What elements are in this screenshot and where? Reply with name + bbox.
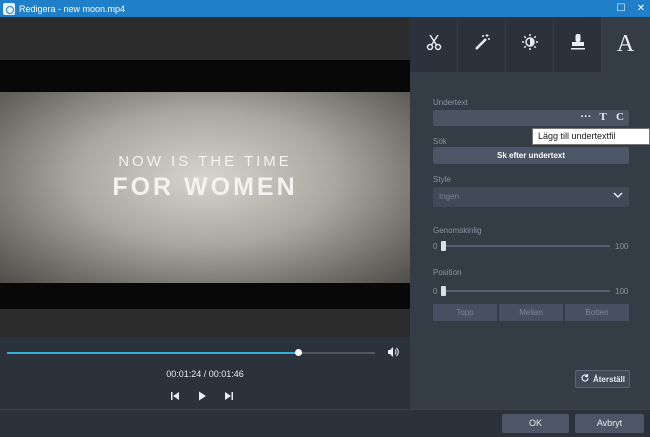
- position-slider-handle[interactable]: [441, 286, 446, 296]
- tab-cut[interactable]: [410, 17, 458, 72]
- chevron-down-icon: [613, 190, 623, 203]
- cancel-button[interactable]: Avbryt: [575, 414, 644, 433]
- position-bottom-button[interactable]: Botten: [565, 304, 629, 321]
- caption-button[interactable]: C: [614, 111, 626, 123]
- time-display: 00:01:24 / 00:01:46: [166, 369, 244, 379]
- stamp-icon: [568, 32, 588, 58]
- position-label: Position: [433, 268, 462, 277]
- scissors-icon: [424, 32, 444, 58]
- reset-label: Återställ: [592, 374, 625, 384]
- subtitle-label: Undertext: [433, 98, 468, 107]
- position-slider[interactable]: [441, 290, 610, 292]
- magic-wand-icon: [472, 32, 492, 58]
- style-label: Style: [433, 175, 451, 184]
- transparency-slider-handle[interactable]: [441, 241, 446, 251]
- next-frame-button[interactable]: [222, 390, 236, 404]
- tool-tabs: A: [410, 17, 650, 72]
- window-title: Redigera - new moon.mp4: [19, 3, 126, 14]
- tooltip: Lägg till undertextfil: [532, 128, 650, 145]
- seek-bar[interactable]: [7, 349, 375, 356]
- reset-button[interactable]: Återställ: [575, 370, 630, 388]
- title-bar: Redigera - new moon.mp4: [0, 0, 650, 17]
- app-logo-icon: [3, 2, 15, 15]
- search-subtitle-button[interactable]: Sk efter undertext: [433, 147, 629, 164]
- position-max: 100: [615, 287, 629, 296]
- transparency-min: 0: [433, 242, 438, 251]
- reset-icon: [580, 373, 590, 385]
- style-select[interactable]: Ingen: [433, 187, 629, 207]
- video-text-line2: FOR WOMEN: [112, 173, 298, 201]
- position-top-button[interactable]: Topp: [433, 304, 497, 321]
- transparency-label: Genomskinlig: [433, 226, 482, 235]
- tab-adjust[interactable]: [506, 17, 554, 72]
- search-label: Sök: [433, 137, 447, 146]
- text-style-button[interactable]: T: [597, 111, 609, 123]
- maximize-button[interactable]: ☐: [612, 0, 630, 17]
- position-min: 0: [433, 287, 438, 296]
- volume-icon[interactable]: [387, 346, 399, 358]
- video-preview: NOW IS THE TIME FOR WOMEN: [0, 17, 410, 337]
- brightness-icon: [520, 32, 540, 58]
- browse-subtitle-button[interactable]: ···: [579, 111, 593, 123]
- text-icon: A: [616, 31, 635, 57]
- position-middle-button[interactable]: Mellan: [499, 304, 563, 321]
- seek-bar-fill: [7, 352, 298, 354]
- previous-frame-button[interactable]: [168, 390, 182, 404]
- style-select-value: Ingen: [439, 192, 460, 201]
- seek-bar-handle[interactable]: [294, 349, 302, 356]
- tab-effects[interactable]: [458, 17, 506, 72]
- play-button[interactable]: [195, 390, 209, 404]
- close-button[interactable]: ✕: [632, 0, 650, 17]
- tab-watermark[interactable]: [554, 17, 602, 72]
- transparency-slider[interactable]: [441, 245, 610, 247]
- transparency-max: 100: [615, 242, 629, 251]
- tab-text[interactable]: A: [602, 17, 650, 72]
- ok-button[interactable]: OK: [502, 414, 569, 433]
- video-text-line1: NOW IS THE TIME: [118, 153, 292, 170]
